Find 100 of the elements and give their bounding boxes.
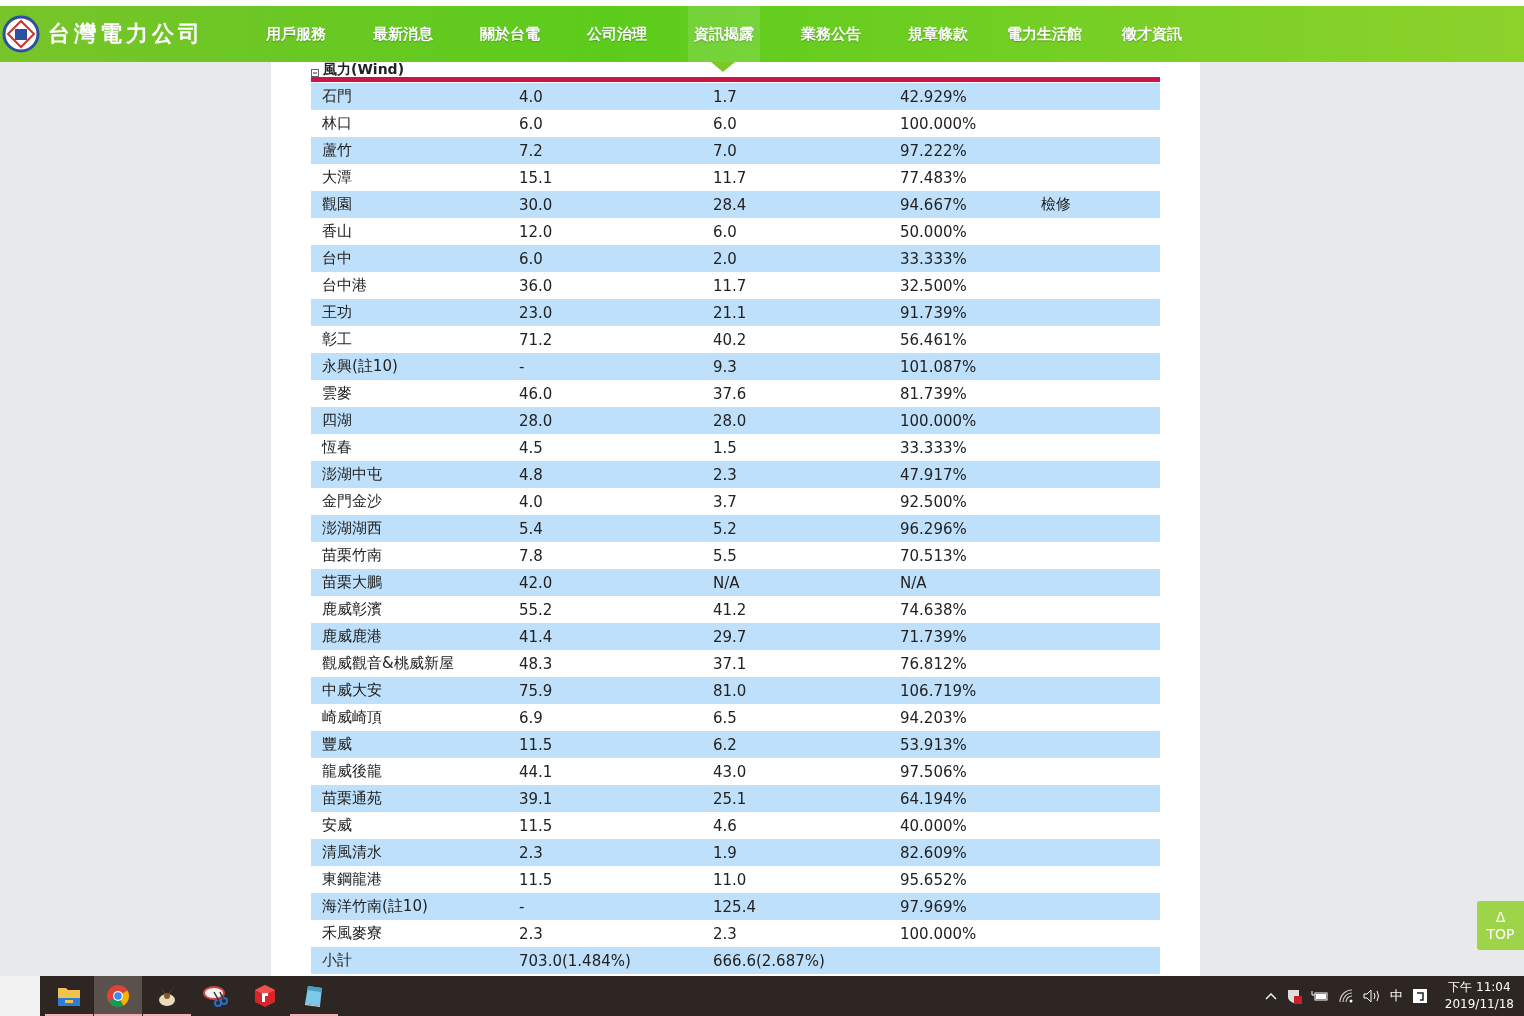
table-cell: 台中 <box>322 249 352 267</box>
notification-icon[interactable] <box>1411 988 1428 1004</box>
input-method-indicator[interactable]: 中 <box>1389 987 1403 1005</box>
table-cell: 42.0 <box>519 573 553 592</box>
table-cell: 林口 <box>322 114 352 132</box>
nav-link[interactable]: 關於台電 <box>479 6 540 62</box>
table-cell: 33.333% <box>900 438 967 457</box>
table-cell: 7.8 <box>519 546 543 565</box>
table-cell: 1.5 <box>713 438 737 457</box>
table-cell: 11.5 <box>519 870 553 889</box>
table-cell: 金門金沙 <box>322 492 382 510</box>
table-cell: 40.000% <box>900 816 967 835</box>
cube-icon <box>253 984 277 1008</box>
table-cell: 石門 <box>322 87 352 105</box>
table-cell: 四湖 <box>322 411 352 429</box>
table-cell: 100.000% <box>900 114 977 133</box>
nav-link[interactable]: 用戶服務 <box>265 6 326 62</box>
table-cell: 97.222% <box>900 141 967 160</box>
table-cell: 鹿威鹿港 <box>322 627 382 645</box>
browser-icon <box>106 984 130 1008</box>
table-cell: 12.0 <box>519 222 553 241</box>
table-cell: 禾風麥寮 <box>322 924 382 942</box>
table-cell: 94.203% <box>900 708 967 727</box>
clock-date[interactable]: 2019/11/18 <box>1444 996 1514 1013</box>
volume-icon[interactable] <box>1362 989 1381 1003</box>
nav-link[interactable]: 最新消息 <box>372 6 433 62</box>
table-cell: N/A <box>713 573 740 592</box>
scissors-icon <box>203 984 229 1008</box>
wifi-icon[interactable] <box>1337 989 1354 1003</box>
battery-icon[interactable] <box>1310 990 1329 1002</box>
table-cell: 7.2 <box>519 141 543 160</box>
table-cell: 32.500% <box>900 276 967 295</box>
table-cell: 15.1 <box>519 168 553 187</box>
table-cell: 2.3 <box>713 924 737 943</box>
table-cell: 101.087% <box>900 357 977 376</box>
chevron-up-icon[interactable] <box>1264 992 1277 1000</box>
table-cell: 41.4 <box>519 627 553 646</box>
table-cell: 28.4 <box>713 195 747 214</box>
collapse-icon[interactable] <box>311 69 319 77</box>
logo-text: 台灣電力公司 <box>48 19 204 48</box>
table-cell: 28.0 <box>713 411 747 430</box>
nav-link[interactable]: 資訊揭露 <box>687 6 760 62</box>
table-cell: 香山 <box>322 222 352 240</box>
nav-link[interactable]: 業務公告 <box>800 6 861 62</box>
table-cell: 29.7 <box>713 627 747 646</box>
table-cell: 清風清水 <box>322 843 382 861</box>
table-cell: 6.0 <box>519 114 543 133</box>
table-cell: 30.0 <box>519 195 553 214</box>
table-cell: 5.4 <box>519 519 543 538</box>
table-cell: 56.461% <box>900 330 967 349</box>
table-cell: 6.5 <box>713 708 737 727</box>
table-cell: 74.638% <box>900 600 967 619</box>
table-cell: 41.2 <box>713 600 747 619</box>
nav-link[interactable]: 電力生活館 <box>1007 6 1082 62</box>
table-cell: 9.3 <box>713 357 737 376</box>
table-cell: 703.0(1.484%) <box>519 951 631 970</box>
logo-icon <box>2 15 40 53</box>
table-cell: 4.0 <box>519 492 543 511</box>
table-cell: 11.0 <box>713 870 747 889</box>
table-cell: 70.513% <box>900 546 967 565</box>
table-cell: 5.2 <box>713 519 737 538</box>
table-cell: 6.9 <box>519 708 543 727</box>
table-cell: 39.1 <box>519 789 553 808</box>
table-cell: 豐威 <box>322 735 352 753</box>
table-cell: 苗栗通苑 <box>322 789 382 807</box>
table-cell: 46.0 <box>519 384 553 403</box>
table-cell: 永興(註10) <box>322 357 398 375</box>
table-cell: 40.2 <box>713 330 747 349</box>
table-cell: 71.739% <box>900 627 967 646</box>
table-cell: 大潭 <box>322 168 352 186</box>
table-cell: 觀威觀音&桃威新屋 <box>322 654 454 672</box>
table-cell: 77.483% <box>900 168 967 187</box>
table-cell: 觀園 <box>322 195 352 213</box>
nav-link[interactable]: 公司治理 <box>586 6 647 62</box>
table-cell: 125.4 <box>713 897 756 916</box>
table-cell: 2.3 <box>519 924 543 943</box>
table-cell: 97.969% <box>900 897 967 916</box>
table-cell: 1.9 <box>713 843 737 862</box>
shield-icon[interactable] <box>1285 988 1302 1004</box>
table-cell: 苗栗竹南 <box>322 546 382 564</box>
table-cell: 6.0 <box>713 222 737 241</box>
table-cell: 36.0 <box>519 276 553 295</box>
table-cell: 53.913% <box>900 735 967 754</box>
table-cell: 苗栗大鵬 <box>322 573 382 591</box>
nav-link[interactable]: 規章條款 <box>907 6 968 62</box>
table-cell: 91.739% <box>900 303 967 322</box>
clock-time[interactable]: 下午 11:04 <box>1448 979 1511 996</box>
table-cell: 100.000% <box>900 924 977 943</box>
folder-icon <box>57 985 81 1007</box>
table-cell: - <box>519 897 525 916</box>
table-cell: 龍威後龍 <box>322 762 382 780</box>
table-cell: N/A <box>900 573 927 592</box>
table-cell: 2.3 <box>519 843 543 862</box>
table-cell: 6.0 <box>713 114 737 133</box>
back-to-top-button[interactable]: Δ TOP <box>1477 901 1524 950</box>
table-cell: 81.0 <box>713 681 747 700</box>
table-cell: 82.609% <box>900 843 967 862</box>
table-cell: 4.0 <box>519 87 543 106</box>
nav-link[interactable]: 徵才資訊 <box>1121 6 1182 62</box>
table-cell: 4.8 <box>519 465 543 484</box>
